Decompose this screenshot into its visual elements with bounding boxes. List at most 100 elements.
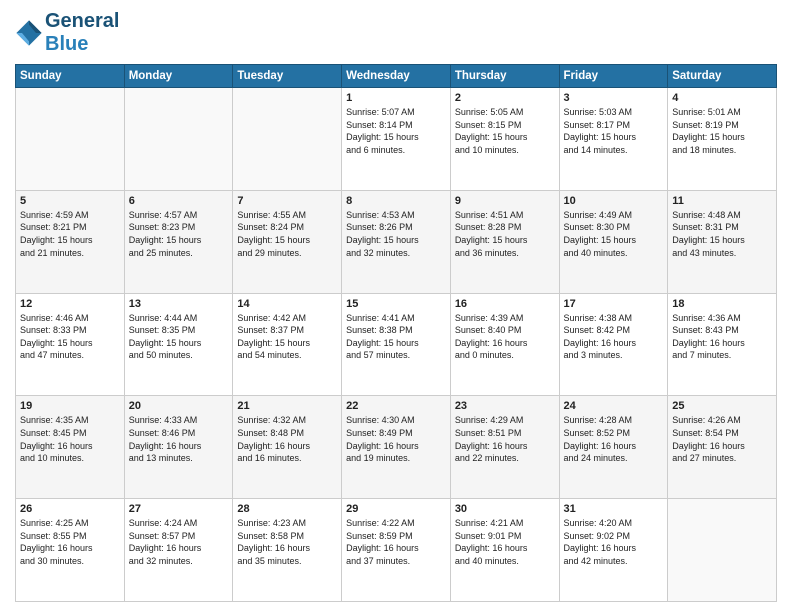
day-number: 9 — [455, 195, 555, 207]
calendar-cell: 19Sunrise: 4:35 AM Sunset: 8:45 PM Dayli… — [16, 396, 125, 499]
logo-text: General Blue — [45, 10, 119, 56]
day-info: Sunrise: 4:38 AM Sunset: 8:42 PM Dayligh… — [564, 312, 664, 362]
day-number: 3 — [564, 92, 664, 104]
day-number: 4 — [672, 92, 772, 104]
day-header-wednesday: Wednesday — [342, 65, 451, 88]
day-header-monday: Monday — [124, 65, 233, 88]
calendar-cell: 11 Sunrise: 4:48 AM Sunset: 8:31 PM Dayli… — [668, 190, 777, 293]
day-info: Sunrise: 5:03 AM Sunset: 8:17 PM Dayligh… — [564, 106, 664, 156]
day-number: 5 — [20, 195, 120, 207]
day-header-tuesday: Tuesday — [233, 65, 342, 88]
calendar-cell: 26 Sunrise: 4:25 AM Sunset: 8:55 PM Dayli… — [16, 499, 125, 602]
day-number: 17 — [564, 298, 664, 310]
day-info: Sunrise: 4:21 AM Sunset: 9:01 PM Dayligh… — [455, 517, 555, 567]
day-number: 11 — [672, 195, 772, 207]
calendar-cell: 21 Sunrise: 4:32 AM Sunset: 8:48 PM Dayli… — [233, 396, 342, 499]
day-number: 23 — [455, 400, 555, 412]
day-number: 14 — [237, 298, 337, 310]
calendar-cell: 14 Sunrise: 4:42 AM Sunset: 8:37 PM Dayli… — [233, 293, 342, 396]
calendar-week-row: 26 Sunrise: 4:25 AM Sunset: 8:55 PM Dayli… — [16, 499, 777, 602]
day-info: Sunrise: 4:22 AM Sunset: 8:59 PM Dayligh… — [346, 517, 446, 567]
calendar-cell: 31 Sunrise: 4:20 AM Sunset: 9:02 PM Dayli… — [559, 499, 668, 602]
logo-icon — [15, 19, 43, 47]
day-number: 10 — [564, 195, 664, 207]
calendar-cell: 29 Sunrise: 4:22 AM Sunset: 8:59 PM Dayli… — [342, 499, 451, 602]
day-info: Sunrise: 4:41 AM Sunset: 8:38 PM Dayligh… — [346, 312, 446, 362]
calendar-week-row: 1 Sunrise: 5:07 AM Sunset: 8:14 PM Daylig… — [16, 88, 777, 191]
calendar-cell: 7Sunrise: 4:55 AM Sunset: 8:24 PM Daylig… — [233, 190, 342, 293]
calendar-cell: 16Sunrise: 4:39 AM Sunset: 8:40 PM Dayli… — [450, 293, 559, 396]
calendar-cell: 24 Sunrise: 4:28 AM Sunset: 8:52 PM Dayli… — [559, 396, 668, 499]
day-number: 29 — [346, 503, 446, 515]
day-info: Sunrise: 4:28 AM Sunset: 8:52 PM Dayligh… — [564, 414, 664, 464]
day-info: Sunrise: 5:05 AM Sunset: 8:15 PM Dayligh… — [455, 106, 555, 156]
calendar-cell: 30 Sunrise: 4:21 AM Sunset: 9:01 PM Dayli… — [450, 499, 559, 602]
day-number: 18 — [672, 298, 772, 310]
day-number: 22 — [346, 400, 446, 412]
day-number: 7 — [237, 195, 337, 207]
calendar-cell: 4 Sunrise: 5:01 AM Sunset: 8:19 PM Daylig… — [668, 88, 777, 191]
day-header-saturday: Saturday — [668, 65, 777, 88]
calendar-header-row: SundayMondayTuesdayWednesdayThursdayFrid… — [16, 65, 777, 88]
calendar-cell: 27Sunrise: 4:24 AM Sunset: 8:57 PM Dayli… — [124, 499, 233, 602]
day-info: Sunrise: 4:51 AM Sunset: 8:28 PM Dayligh… — [455, 209, 555, 259]
day-info: Sunrise: 4:57 AM Sunset: 8:23 PM Dayligh… — [129, 209, 229, 259]
day-info: Sunrise: 4:49 AM Sunset: 8:30 PM Dayligh… — [564, 209, 664, 259]
day-info: Sunrise: 4:25 AM Sunset: 8:55 PM Dayligh… — [20, 517, 120, 567]
day-info: Sunrise: 5:07 AM Sunset: 8:14 PM Dayligh… — [346, 106, 446, 156]
calendar-cell — [124, 88, 233, 191]
calendar-cell: 13 Sunrise: 4:44 AM Sunset: 8:35 PM Dayli… — [124, 293, 233, 396]
day-info: Sunrise: 4:24 AM Sunset: 8:57 PM Dayligh… — [129, 517, 229, 567]
day-info: Sunrise: 4:32 AM Sunset: 8:48 PM Dayligh… — [237, 414, 337, 464]
day-number: 31 — [564, 503, 664, 515]
logo: General Blue — [15, 10, 119, 56]
day-info: Sunrise: 4:44 AM Sunset: 8:35 PM Dayligh… — [129, 312, 229, 362]
page: General Blue SundayMondayTuesdayWednesda… — [0, 0, 792, 612]
day-number: 21 — [237, 400, 337, 412]
calendar-cell: 28 Sunrise: 4:23 AM Sunset: 8:58 PM Dayli… — [233, 499, 342, 602]
calendar-cell: 20Sunrise: 4:33 AM Sunset: 8:46 PM Dayli… — [124, 396, 233, 499]
calendar-cell: 5 Sunrise: 4:59 AM Sunset: 8:21 PM Daylig… — [16, 190, 125, 293]
calendar-cell: 25 Sunrise: 4:26 AM Sunset: 8:54 PM Dayli… — [668, 396, 777, 499]
calendar-cell: 18Sunrise: 4:36 AM Sunset: 8:43 PM Dayli… — [668, 293, 777, 396]
day-info: Sunrise: 4:42 AM Sunset: 8:37 PM Dayligh… — [237, 312, 337, 362]
calendar-cell: 15 Sunrise: 4:41 AM Sunset: 8:38 PM Dayli… — [342, 293, 451, 396]
calendar-cell: 10 Sunrise: 4:49 AM Sunset: 8:30 PM Dayli… — [559, 190, 668, 293]
day-info: Sunrise: 4:20 AM Sunset: 9:02 PM Dayligh… — [564, 517, 664, 567]
calendar-cell: 1 Sunrise: 5:07 AM Sunset: 8:14 PM Daylig… — [342, 88, 451, 191]
day-number: 13 — [129, 298, 229, 310]
day-number: 25 — [672, 400, 772, 412]
day-info: Sunrise: 4:29 AM Sunset: 8:51 PM Dayligh… — [455, 414, 555, 464]
calendar-cell — [233, 88, 342, 191]
calendar-cell — [16, 88, 125, 191]
day-number: 15 — [346, 298, 446, 310]
day-info: Sunrise: 4:30 AM Sunset: 8:49 PM Dayligh… — [346, 414, 446, 464]
day-number: 8 — [346, 195, 446, 207]
day-header-friday: Friday — [559, 65, 668, 88]
day-info: Sunrise: 4:46 AM Sunset: 8:33 PM Dayligh… — [20, 312, 120, 362]
calendar-week-row: 5 Sunrise: 4:59 AM Sunset: 8:21 PM Daylig… — [16, 190, 777, 293]
day-info: Sunrise: 4:48 AM Sunset: 8:31 PM Dayligh… — [672, 209, 772, 259]
day-number: 24 — [564, 400, 664, 412]
day-info: Sunrise: 5:01 AM Sunset: 8:19 PM Dayligh… — [672, 106, 772, 156]
header: General Blue — [15, 10, 777, 56]
day-info: Sunrise: 4:59 AM Sunset: 8:21 PM Dayligh… — [20, 209, 120, 259]
day-number: 16 — [455, 298, 555, 310]
day-number: 6 — [129, 195, 229, 207]
day-number: 2 — [455, 92, 555, 104]
day-info: Sunrise: 4:23 AM Sunset: 8:58 PM Dayligh… — [237, 517, 337, 567]
day-number: 28 — [237, 503, 337, 515]
day-info: Sunrise: 4:26 AM Sunset: 8:54 PM Dayligh… — [672, 414, 772, 464]
day-number: 26 — [20, 503, 120, 515]
day-number: 20 — [129, 400, 229, 412]
calendar-cell: 2 Sunrise: 5:05 AM Sunset: 8:15 PM Daylig… — [450, 88, 559, 191]
calendar-cell: 6 Sunrise: 4:57 AM Sunset: 8:23 PM Daylig… — [124, 190, 233, 293]
day-number: 19 — [20, 400, 120, 412]
day-number: 30 — [455, 503, 555, 515]
day-number: 12 — [20, 298, 120, 310]
day-header-thursday: Thursday — [450, 65, 559, 88]
calendar-cell: 9 Sunrise: 4:51 AM Sunset: 8:28 PM Daylig… — [450, 190, 559, 293]
day-header-sunday: Sunday — [16, 65, 125, 88]
calendar-week-row: 12 Sunrise: 4:46 AM Sunset: 8:33 PM Dayli… — [16, 293, 777, 396]
day-number: 1 — [346, 92, 446, 104]
